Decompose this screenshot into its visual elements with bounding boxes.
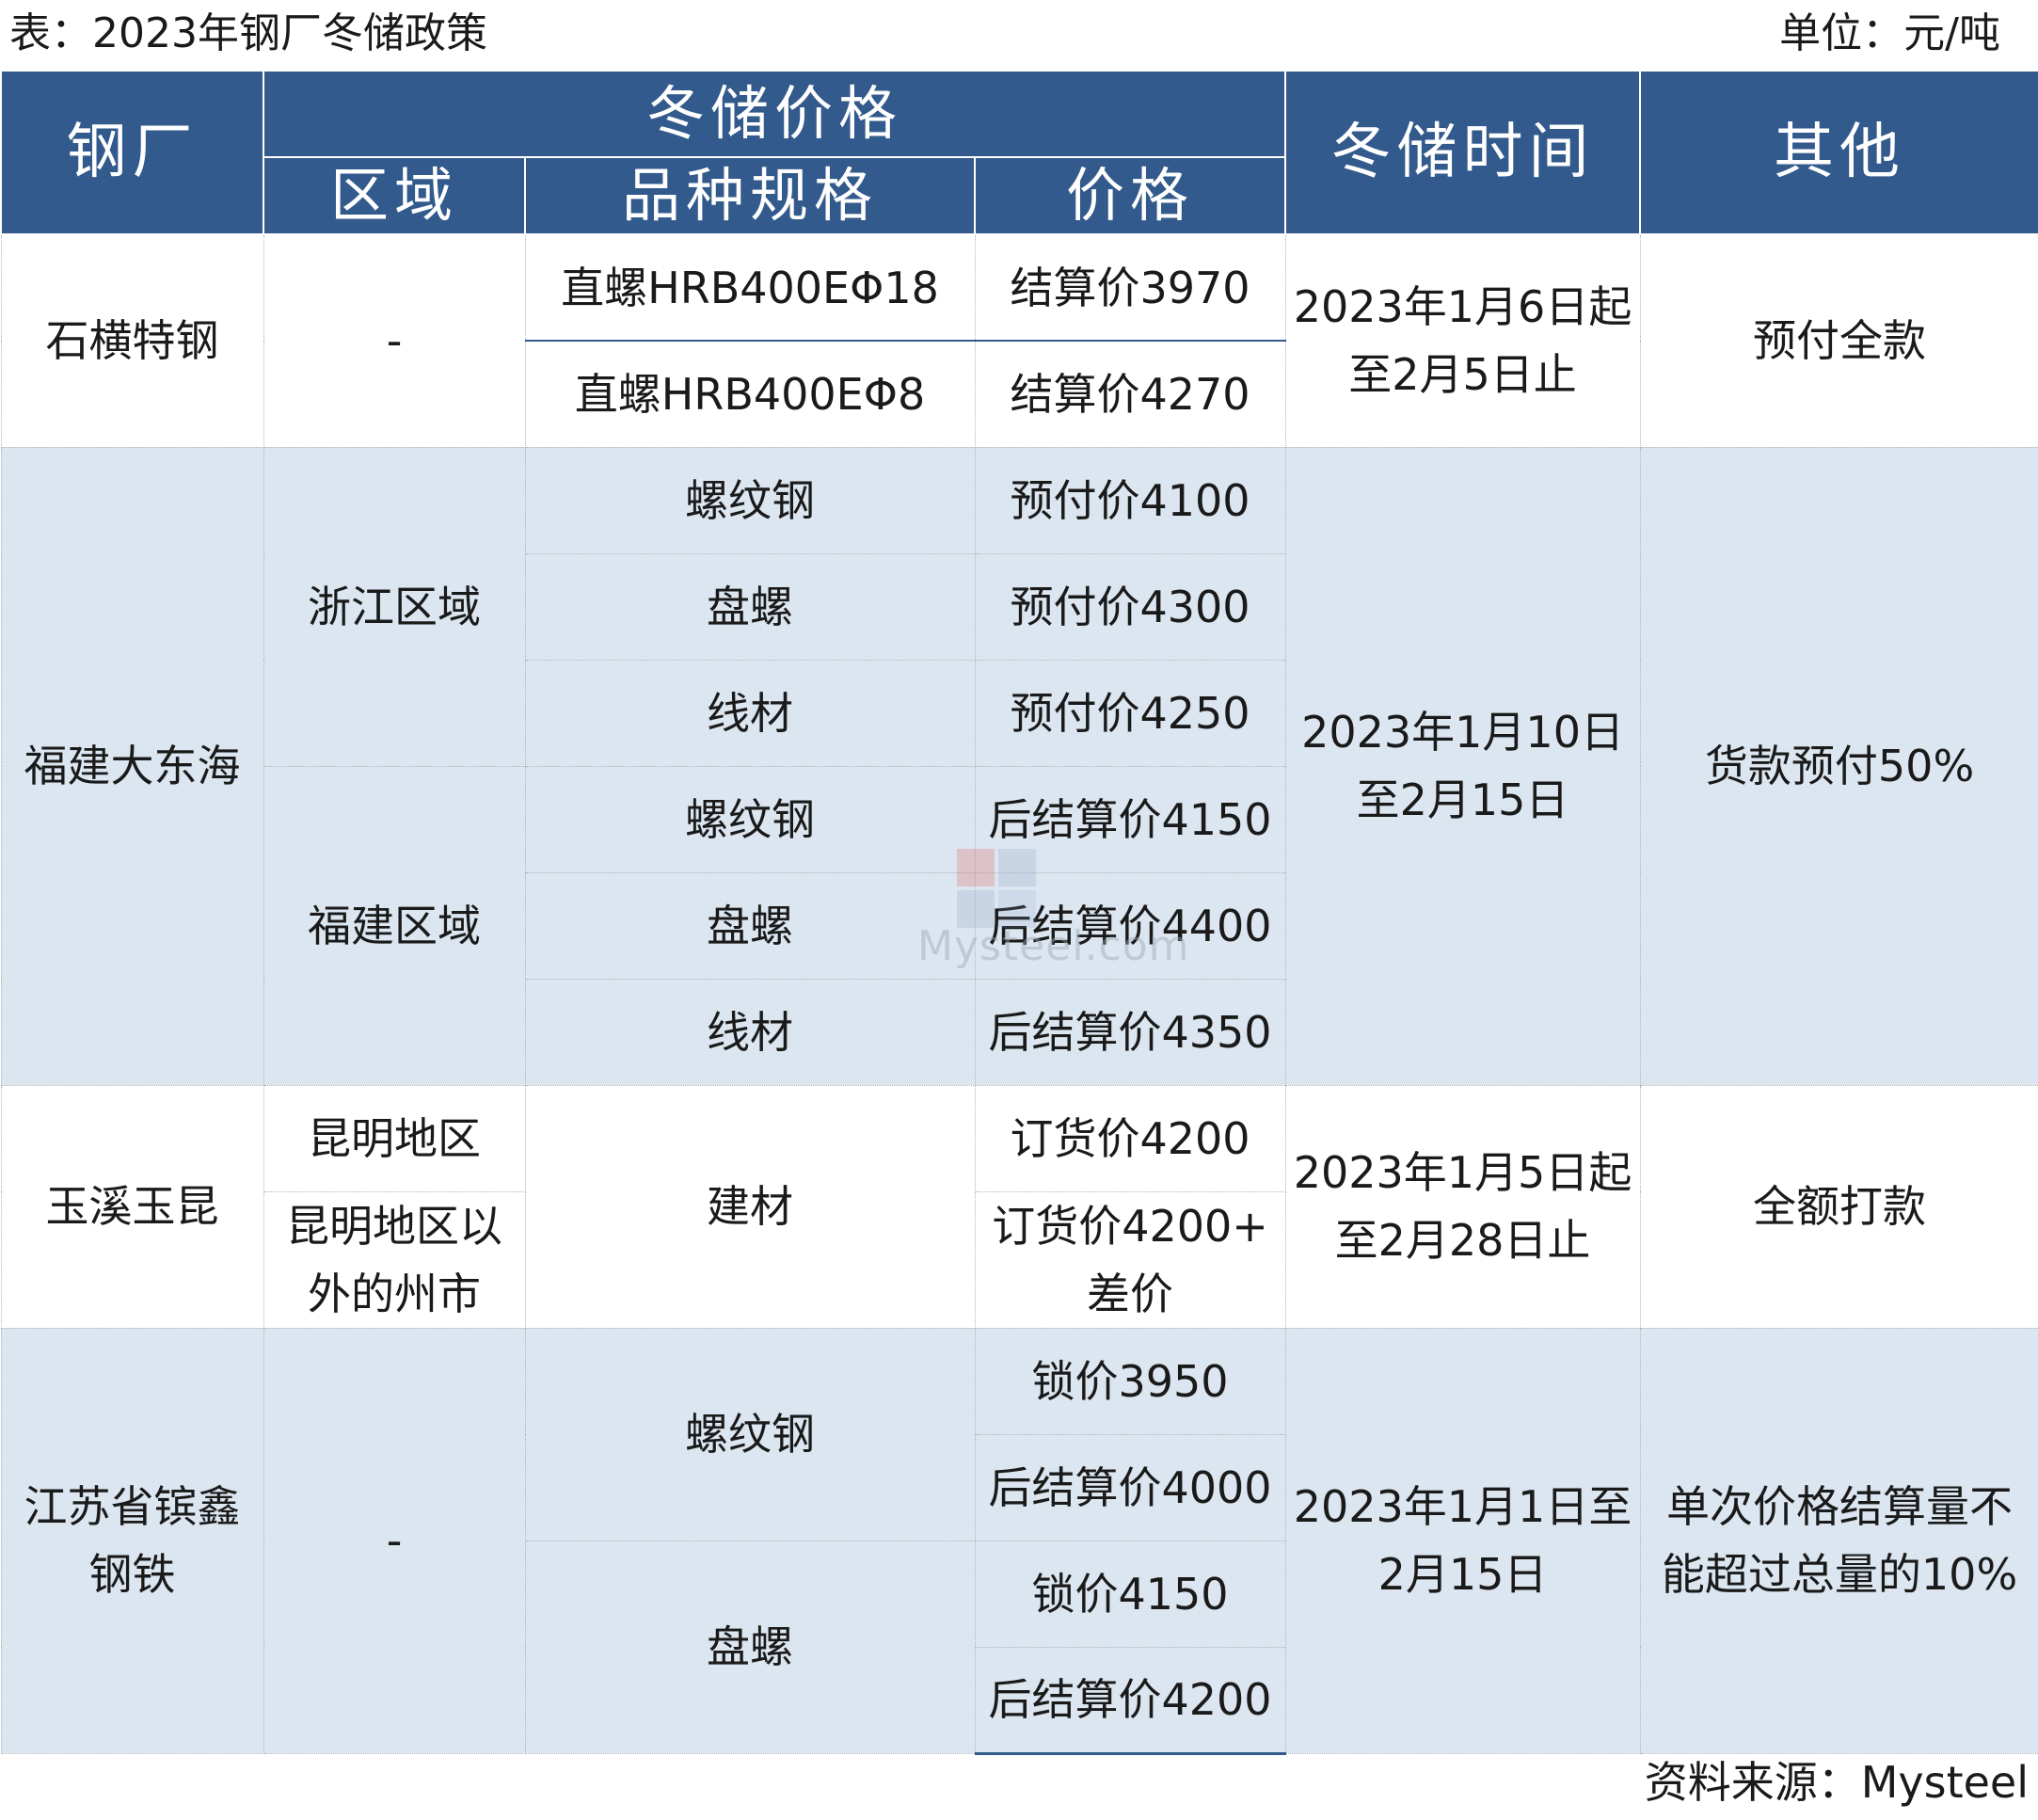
price-cell: 后结算价4400 [974,871,1286,980]
header-price-group: 冬储价格 [262,70,1287,158]
mill-name: 江苏省镔鑫 钢铁 [0,1327,264,1754]
price-cell: 锁价4150 [974,1540,1286,1648]
table-header: 钢厂 冬储价格 冬储时间 其他 区域 品种规格 价格 [0,70,2038,235]
table-row: 江苏省镔鑫 钢铁 - 螺纹钢 锁价3950 2023年1月1日至 2月15日 单… [0,1327,2038,1754]
price-cell: 预付价4300 [974,552,1286,661]
mill-name: 石横特钢 [0,233,264,448]
price-cell: 后结算价4350 [974,978,1286,1086]
spec-cell: 线材 [524,659,976,767]
spec-cell: 盘螺 [524,552,976,661]
spec-cell: 螺纹钢 [524,446,976,554]
header-price: 价格 [973,156,1287,235]
price-cell: 结算价3970 [974,233,1286,342]
price-cell: 后结算价4000 [974,1433,1286,1541]
mill-name: 玉溪玉昆 [0,1084,264,1329]
price-cell: 后结算价4200 [974,1646,1286,1755]
price-cell: 锁价3950 [974,1327,1286,1435]
other-cell: 全额打款 [1639,1084,2038,1329]
header-mill: 钢厂 [0,70,264,235]
region-cell: - [263,1327,526,1754]
source-note: 资料来源：Mysteel [1644,1757,2029,1808]
spec-cell: 直螺HRB400EΦ8 [524,340,976,448]
mill-group-shiheng: 石横特钢 - 直螺HRB400EΦ18 结算价3970 2023年1月6日起 至… [0,233,2038,448]
price-cell: 预付价4100 [974,446,1286,554]
spec-cell: 盘螺 [524,1540,976,1754]
header-other: 其他 [1639,70,2038,235]
period-cell: 2023年1月1日至 2月15日 [1284,1327,1641,1754]
table-row: 石横特钢 - 直螺HRB400EΦ18 结算价3970 2023年1月6日起 至… [0,233,2038,448]
mill-group-jiangsu-binxin: 江苏省镔鑫 钢铁 - 螺纹钢 锁价3950 2023年1月1日至 2月15日 单… [0,1327,2038,1755]
period-cell: 2023年1月6日起 至2月5日止 [1284,233,1641,448]
spec-cell: 直螺HRB400EΦ18 [524,233,976,342]
spec-cell: 螺纹钢 [524,765,976,873]
other-cell: 货款预付50% [1639,446,2038,1086]
spec-cell: 螺纹钢 [524,1327,976,1541]
table-title: 表：2023年钢厂冬储政策 [9,9,487,57]
price-cell: 结算价4270 [974,340,1286,448]
period-cell: 2023年1月5日起 至2月28日止 [1284,1084,1641,1329]
spec-cell: 线材 [524,978,976,1086]
price-cell: 订货价4200 [974,1084,1286,1192]
header-spec: 品种规格 [524,156,976,235]
region-cell: 昆明地区 [263,1084,526,1192]
mill-group-yuxi-yukun: 玉溪玉昆 昆明地区 建材 订货价4200 2023年1月5日起 至2月28日止 … [0,1084,2038,1329]
region-cell: 福建区域 [263,765,526,1086]
table-row: 福建大东海 浙江区域 螺纹钢 预付价4100 2023年1月10日 至2月15日… [0,446,2038,1086]
mill-name: 福建大东海 [0,446,264,1086]
other-cell: 预付全款 [1639,233,2038,448]
region-cell: - [263,233,526,448]
spec-cell: 建材 [524,1084,976,1329]
region-cell: 昆明地区以 外的州市 [263,1190,526,1329]
unit-label: 单位：元/吨 [1779,9,2000,57]
price-cell: 后结算价4150 [974,765,1286,873]
region-cell: 浙江区域 [263,446,526,767]
price-cell: 预付价4250 [974,659,1286,767]
caption-row: 表：2023年钢厂冬储政策 单位：元/吨 [0,0,2038,68]
other-cell: 单次价格结算量不 能超过总量的10% [1639,1327,2038,1754]
mill-group-fujian-dadonghai: 福建大东海 浙江区域 螺纹钢 预付价4100 2023年1月10日 至2月15日… [0,446,2038,1086]
period-cell: 2023年1月10日 至2月15日 [1284,446,1641,1086]
price-cell: 订货价4200+ 差价 [974,1190,1286,1329]
header-region: 区域 [263,156,526,235]
winter-storage-policy-table: 钢厂 冬储价格 冬储时间 其他 区域 品种规格 价格 石横特钢 - 直螺HRB4… [0,70,2038,1755]
spec-cell: 盘螺 [524,871,976,980]
table-row: 玉溪玉昆 昆明地区 建材 订货价4200 2023年1月5日起 至2月28日止 … [0,1084,2038,1329]
header-period: 冬储时间 [1284,70,1642,235]
